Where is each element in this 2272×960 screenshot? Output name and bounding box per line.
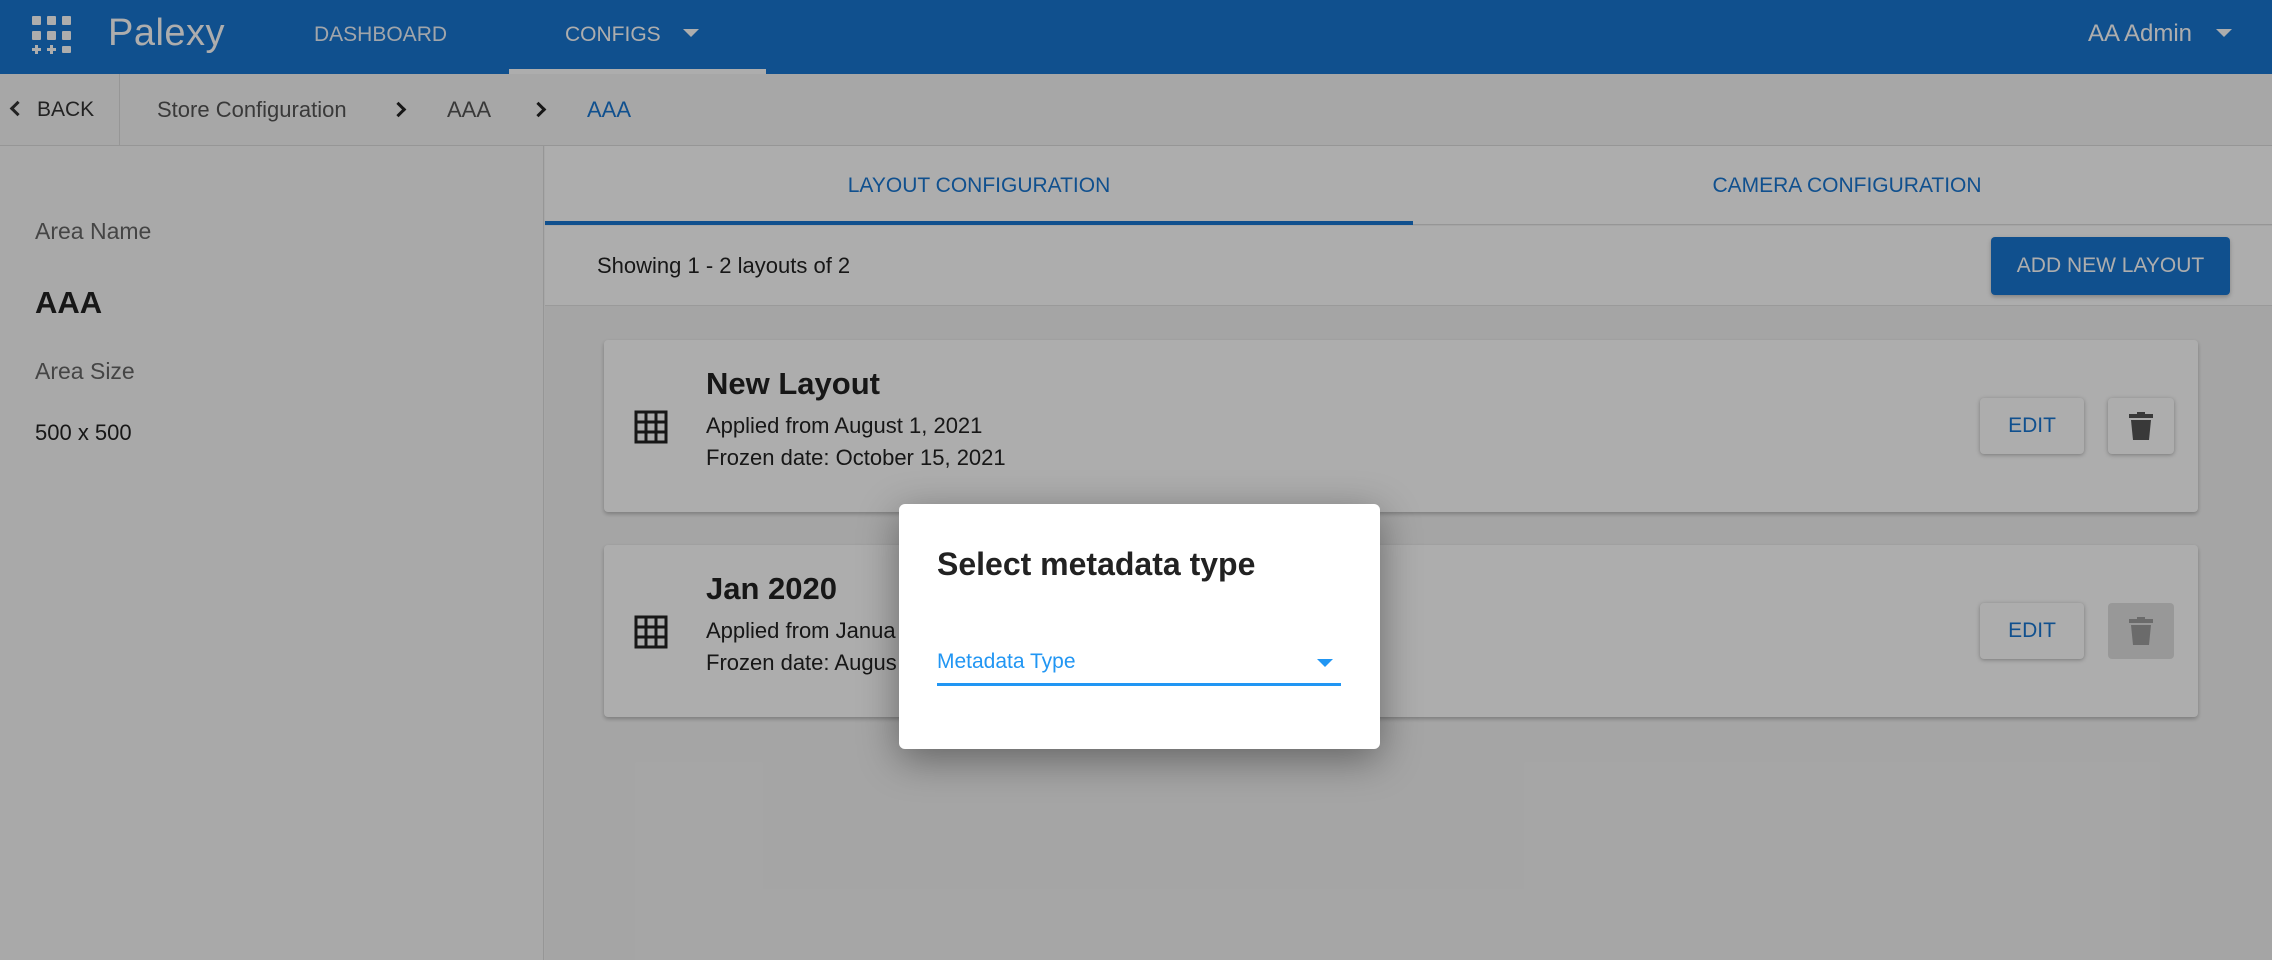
metadata-type-select[interactable]: Metadata Type [937,638,1341,686]
select-metadata-dialog: Select metadata type Metadata Type [899,504,1380,749]
dialog-title: Select metadata type [937,546,1256,582]
modal-backdrop[interactable] [0,0,2272,960]
metadata-type-label: Metadata Type [937,650,1076,673]
chevron-down-icon [1317,659,1333,667]
